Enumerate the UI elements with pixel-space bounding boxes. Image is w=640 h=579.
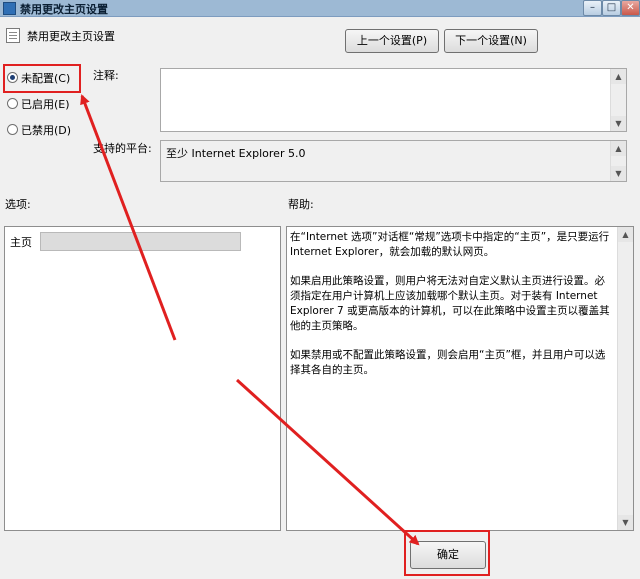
radio-label: 已禁用(D) xyxy=(21,124,72,137)
comment-field[interactable]: ▲ ▼ xyxy=(160,68,627,132)
help-paragraph: 如果禁用或不配置此策略设置，则会启用“主页”框，并且用户可以选择其各自的主页。 xyxy=(290,348,606,377)
platform-value: 至少 Internet Explorer 5.0 xyxy=(166,147,306,160)
help-text: 在“Internet 选项”对话框“常规”选项卡中指定的“主页”，是只要运行 I… xyxy=(290,230,612,391)
radio-label: 已启用(E) xyxy=(21,98,70,111)
radio-enabled[interactable]: 已启用(E) xyxy=(7,96,70,112)
scroll-down-icon[interactable]: ▼ xyxy=(611,116,626,131)
annotation-box-ok xyxy=(404,530,490,576)
scroll-up-icon[interactable]: ▲ xyxy=(611,141,626,156)
home-page-label: 主页 xyxy=(10,236,32,249)
next-setting-button[interactable]: 下一个设置(N) xyxy=(444,29,538,53)
home-page-input[interactable] xyxy=(40,232,241,251)
window-title: 禁用更改主页设置 xyxy=(20,3,108,16)
help-label: 帮助: xyxy=(288,198,314,211)
scroll-down-icon[interactable]: ▼ xyxy=(611,166,626,181)
radio-dot-icon xyxy=(7,98,18,109)
options-label: 选项: xyxy=(5,198,31,211)
help-scrollbar[interactable]: ▲ ▼ xyxy=(617,227,633,530)
minimize-button[interactable]: – xyxy=(583,0,602,16)
radio-disabled[interactable]: 已禁用(D) xyxy=(7,122,71,138)
policy-name: 禁用更改主页设置 xyxy=(27,30,115,43)
radio-dot-icon xyxy=(7,124,18,135)
help-paragraph: 如果启用此策略设置，则用户将无法对自定义默认主页进行设置。必须指定在用户计算机上… xyxy=(290,274,610,333)
options-pane: 主页 xyxy=(4,226,281,531)
help-paragraph: 在“Internet 选项”对话框“常规”选项卡中指定的“主页”，是只要运行 I… xyxy=(290,231,610,259)
app-icon xyxy=(3,2,16,15)
maximize-button[interactable]: □ xyxy=(602,0,621,16)
scroll-up-icon[interactable]: ▲ xyxy=(618,227,633,242)
comment-scrollbar[interactable]: ▲ ▼ xyxy=(610,69,626,131)
scroll-up-icon[interactable]: ▲ xyxy=(611,69,626,84)
title-bar: 禁用更改主页设置 – □ ✕ xyxy=(0,0,640,17)
platform-scrollbar[interactable]: ▲ ▼ xyxy=(610,141,626,181)
annotation-box-not-configured xyxy=(3,64,81,93)
policy-settings-icon xyxy=(6,28,20,43)
platform-field: 至少 Internet Explorer 5.0 ▲ ▼ xyxy=(160,140,627,182)
comment-label: 注释: xyxy=(93,69,119,82)
platform-label: 支持的平台: xyxy=(93,142,152,155)
close-button[interactable]: ✕ xyxy=(621,0,640,16)
scroll-down-icon[interactable]: ▼ xyxy=(618,515,633,530)
previous-setting-button[interactable]: 上一个设置(P) xyxy=(345,29,439,53)
